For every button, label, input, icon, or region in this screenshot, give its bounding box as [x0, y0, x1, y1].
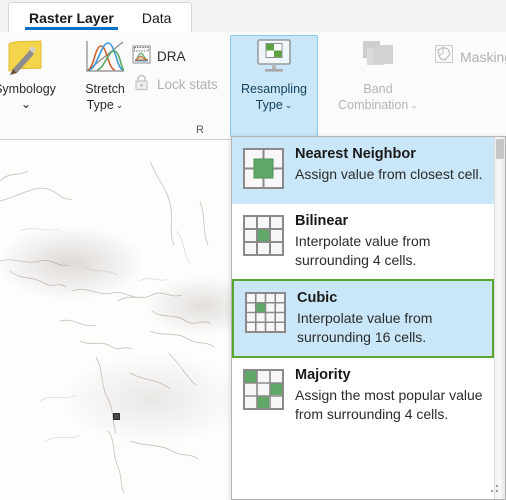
option-title: Nearest Neighbor: [295, 146, 416, 162]
resampling-option-nearest-neighbor[interactable]: Nearest Neighbor Assign value from close…: [232, 137, 494, 204]
dropdown-scrollbar[interactable]: [494, 137, 505, 499]
band-combination-label-line2-row: Combination ⌄: [338, 98, 418, 113]
dra-button[interactable]: DRA: [130, 42, 226, 70]
resampling-type-label-line2: Type: [255, 98, 283, 112]
resampling-option-majority[interactable]: Majority Assign the most popular value f…: [232, 358, 494, 433]
tab-raster-layer[interactable]: Raster Layer: [15, 3, 128, 32]
tab-raster-layer-label: Raster Layer: [29, 9, 114, 26]
tab-data[interactable]: Data: [128, 3, 186, 32]
lock-stats-button: Lock stats: [130, 70, 226, 98]
resampling-option-bilinear[interactable]: Bilinear Interpolate value from surround…: [232, 204, 494, 279]
ribbon-tab-strip: Raster Layer Data: [0, 0, 506, 32]
stretch-type-label-line1: Stretch: [85, 82, 125, 96]
resampling-type-button[interactable]: Resampling Type ⌄: [230, 35, 318, 137]
ribbon: Symbology ⌄ Stretch Type ⌄ DRA Lock stat…: [0, 32, 506, 140]
option-description: Assign the most popular value from surro…: [295, 387, 483, 422]
dra-label: DRA: [157, 48, 186, 64]
resampling-option-cubic[interactable]: Cubic Interpolate value from surrounding…: [232, 279, 494, 358]
band-combination-label-line1: Band: [363, 82, 393, 96]
symbology-label: Symbology: [0, 82, 56, 96]
grid-3x3-center-icon: [242, 212, 285, 270]
monitor-grid-icon: [252, 36, 296, 80]
resize-grip[interactable]: [491, 485, 500, 494]
map-point-marker[interactable]: [113, 413, 120, 420]
option-description: Interpolate value from surrounding 16 ce…: [297, 310, 433, 345]
lock-icon: [132, 73, 151, 95]
arcgis-pro-window: Raster Layer Data Symbology ⌄ Stretch Ty…: [0, 0, 506, 500]
resampling-type-dropdown: Nearest Neighbor Assign value from close…: [231, 136, 506, 500]
tab-data-label: Data: [141, 9, 172, 26]
stretch-type-label-line2: Type: [86, 98, 114, 112]
dropdown-scrollbar-thumb[interactable]: [496, 139, 504, 159]
grid-2x2-center-icon: [242, 145, 285, 195]
lock-stats-label: Lock stats: [157, 76, 218, 92]
symbology-button[interactable]: Symbology ⌄: [0, 36, 68, 112]
stretch-type-label-line2-row: Type ⌄: [87, 98, 124, 113]
band-combination-label-line2: Combination: [338, 98, 409, 112]
resampling-option-list: Nearest Neighbor Assign value from close…: [232, 137, 494, 499]
ribbon-group-label: R: [196, 124, 204, 136]
mask-polygon-icon: [434, 44, 454, 69]
tab-group: Raster Layer Data: [8, 2, 193, 32]
band-combination-button: Band Combination ⌄: [328, 36, 428, 113]
dra-histogram-icon: [132, 45, 151, 67]
option-title: Cubic: [297, 290, 338, 306]
symbology-chevron-down-icon[interactable]: ⌄: [21, 97, 31, 111]
grid-4x4-center-icon: [244, 289, 287, 347]
band-combination-chevron-down-icon: ⌄: [410, 100, 418, 110]
resampling-type-label-line1: Resampling: [240, 82, 307, 96]
option-title: Majority: [295, 367, 351, 383]
masking-label: Masking: [460, 48, 506, 65]
symbology-paint-icon: [3, 36, 47, 80]
grid-3x3-majority-icon: [242, 366, 285, 424]
stretch-type-chevron-down-icon[interactable]: ⌄: [116, 100, 124, 110]
dra-lockstats-group: DRA Lock stats: [130, 42, 226, 98]
option-title: Bilinear: [295, 213, 349, 229]
resampling-type-chevron-down-icon[interactable]: ⌄: [285, 100, 293, 110]
option-description: Assign value from closest cell.: [295, 166, 483, 182]
resampling-type-label-line2-row: Type ⌄: [256, 98, 293, 113]
option-description: Interpolate value from surrounding 4 cel…: [295, 233, 431, 268]
stretch-curves-icon: [84, 36, 126, 80]
layers-icon: [356, 36, 400, 80]
masking-button: Masking: [434, 44, 506, 69]
